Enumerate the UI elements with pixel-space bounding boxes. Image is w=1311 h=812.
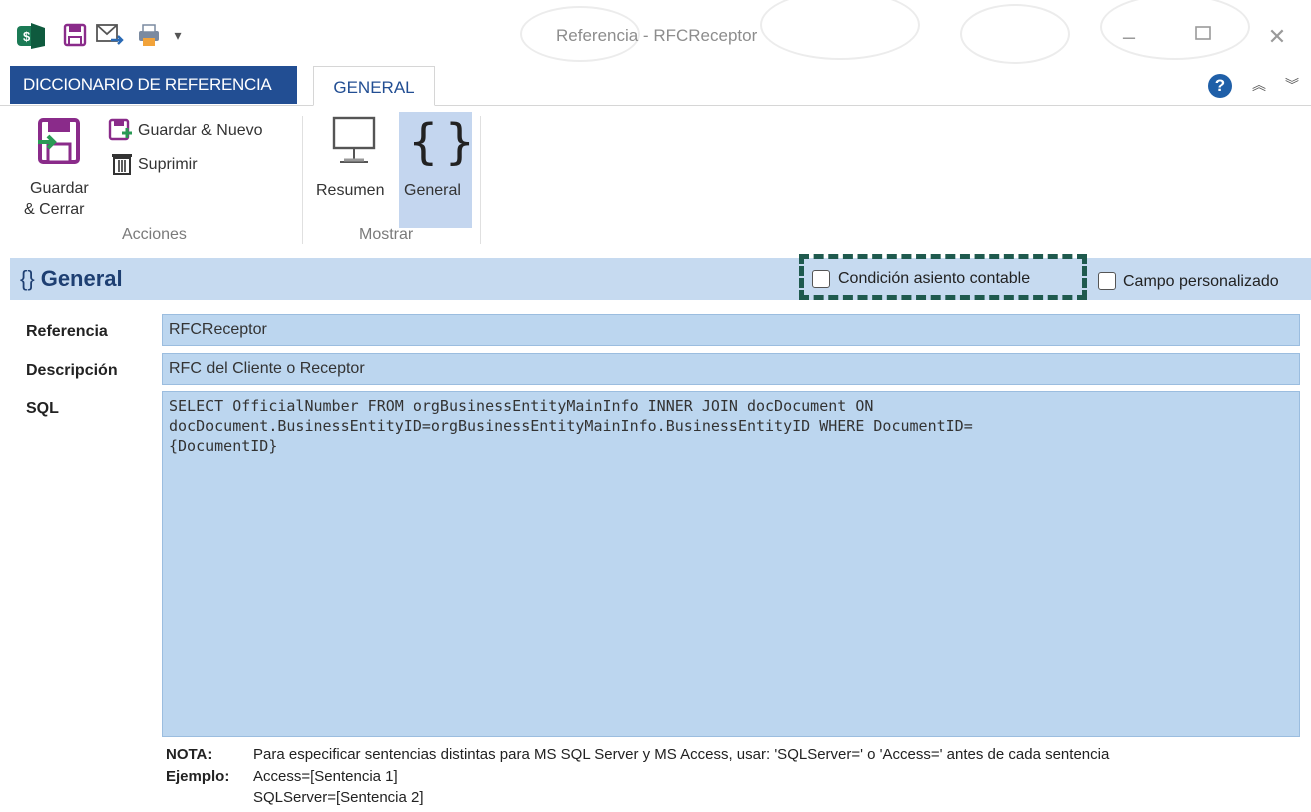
minimize-icon[interactable]: – — [1116, 24, 1142, 50]
accounting-condition-checkbox[interactable] — [812, 270, 830, 288]
reference-window: $ ▾ Referencia - RFCReceptor – ✕ DICCION… — [0, 0, 1311, 812]
reference-input[interactable]: RFCReceptor — [162, 314, 1300, 346]
save-new-button[interactable]: Guardar & Nuevo — [138, 120, 263, 141]
description-label: Descripción — [26, 362, 118, 379]
note-label: NOTA: — [166, 746, 213, 763]
save-close-label-2: & Cerrar — [24, 201, 85, 218]
maximize-icon[interactable] — [1190, 22, 1216, 48]
app-logo-icon[interactable]: $ — [14, 20, 48, 50]
window-title: Referencia - RFCReceptor — [556, 26, 758, 45]
group-separator — [302, 116, 303, 244]
expand-ribbon-icon[interactable]: ︾ — [1283, 74, 1301, 96]
title-ornament — [960, 4, 1070, 64]
ribbon: Guardar & Cerrar Guardar & Nuevo Suprimi… — [0, 106, 1311, 258]
email-send-icon[interactable] — [94, 22, 126, 48]
help-icon[interactable]: ? — [1208, 74, 1232, 98]
close-icon[interactable]: ✕ — [1264, 24, 1290, 50]
general-view-label: General — [404, 182, 461, 199]
sql-textarea[interactable]: SELECT OfficialNumber FROM orgBusinessEn… — [162, 391, 1300, 737]
title-ornament — [760, 0, 920, 60]
save-close-button[interactable] — [36, 116, 86, 166]
example-line-2: SQLServer=[Sentencia 2] — [253, 789, 424, 806]
section-title: {} General — [20, 266, 123, 292]
delete-button[interactable]: Suprimir — [138, 154, 198, 175]
custom-field-checkbox[interactable] — [1098, 272, 1116, 290]
save-icon[interactable] — [62, 22, 88, 48]
customize-toolbar-icon[interactable]: ▾ — [168, 24, 188, 46]
collapse-ribbon-icon[interactable]: ︽ — [1250, 74, 1268, 96]
section-braces-icon: {} — [20, 266, 35, 291]
sql-label: SQL — [26, 400, 59, 417]
summary-button[interactable]: Resumen — [316, 180, 384, 201]
save-close-label-1: Guardar — [30, 180, 89, 197]
reference-label: Referencia — [26, 323, 108, 340]
svg-text:$: $ — [23, 29, 31, 44]
group-label-mostrar: Mostrar — [359, 226, 414, 243]
print-icon[interactable] — [134, 22, 164, 48]
ribbon-tabs: DICCIONARIO DE REFERENCIA GENERAL ? ︽ ︾ — [0, 66, 1311, 106]
title-bar: $ ▾ Referencia - RFCReceptor – ✕ — [0, 0, 1311, 66]
delete-icon[interactable] — [110, 152, 134, 176]
note-text: Para especificar sentencias distintas pa… — [253, 746, 1110, 763]
custom-field-label: Campo personalizado — [1123, 273, 1279, 290]
save-close-icon — [38, 118, 80, 164]
tab-general[interactable]: GENERAL — [313, 66, 435, 106]
example-line-1: Access=[Sentencia 1] — [253, 768, 398, 785]
group-separator — [480, 116, 481, 244]
section-title-text: General — [40, 266, 123, 291]
accounting-condition-label: Condición asiento contable — [838, 270, 1031, 287]
braces-icon: {} — [408, 114, 482, 170]
example-label: Ejemplo: — [166, 768, 230, 785]
group-label-acciones: Acciones — [122, 226, 187, 243]
summary-icon[interactable] — [330, 116, 378, 168]
save-new-icon[interactable] — [108, 118, 134, 142]
tab-diccionario-referencia[interactable]: DICCIONARIO DE REFERENCIA — [10, 66, 297, 104]
description-input[interactable]: RFC del Cliente o Receptor — [162, 353, 1300, 385]
